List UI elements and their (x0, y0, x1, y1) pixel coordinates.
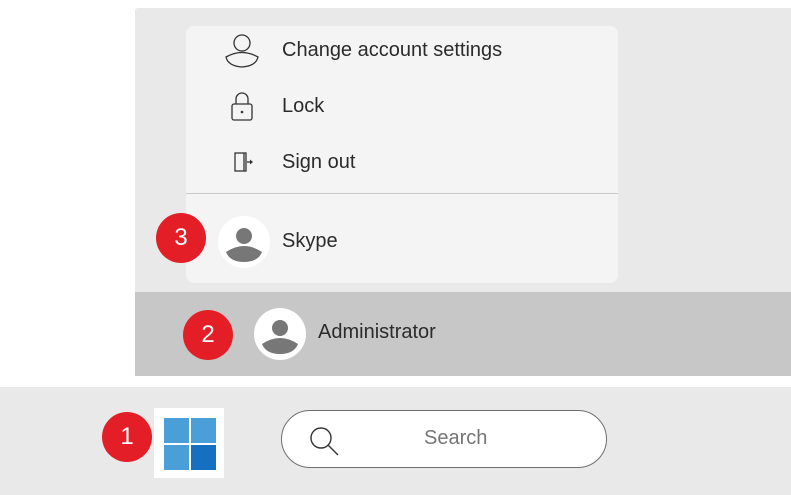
menu-item-label: Skype (282, 229, 338, 252)
step-badge-1: 1 (102, 412, 152, 462)
start-button[interactable] (154, 408, 224, 478)
current-user-bar[interactable] (135, 292, 791, 376)
menu-item-label: Change account settings (282, 38, 503, 61)
person-outline-icon (222, 30, 262, 70)
current-username[interactable]: Administrator (318, 321, 436, 344)
menu-item-label: Lock (282, 94, 325, 117)
sign-out-icon (222, 142, 262, 182)
menu-item-label: Sign out (282, 150, 356, 173)
menu-item-lock[interactable]: Lock (186, 82, 618, 130)
step-badge-3: 3 (156, 213, 206, 263)
padlock-icon (222, 86, 262, 126)
menu-item-change-account-settings[interactable]: Change account settings (186, 26, 618, 74)
search-icon (306, 423, 342, 464)
user-avatar-icon (218, 216, 270, 268)
taskbar-search-box[interactable] (281, 410, 607, 468)
step-badge-2: 2 (183, 310, 233, 360)
user-avatar-icon[interactable] (254, 308, 306, 360)
menu-item-sign-out[interactable]: Sign out (186, 138, 618, 186)
menu-divider (186, 193, 618, 194)
search-input[interactable] (424, 427, 574, 450)
